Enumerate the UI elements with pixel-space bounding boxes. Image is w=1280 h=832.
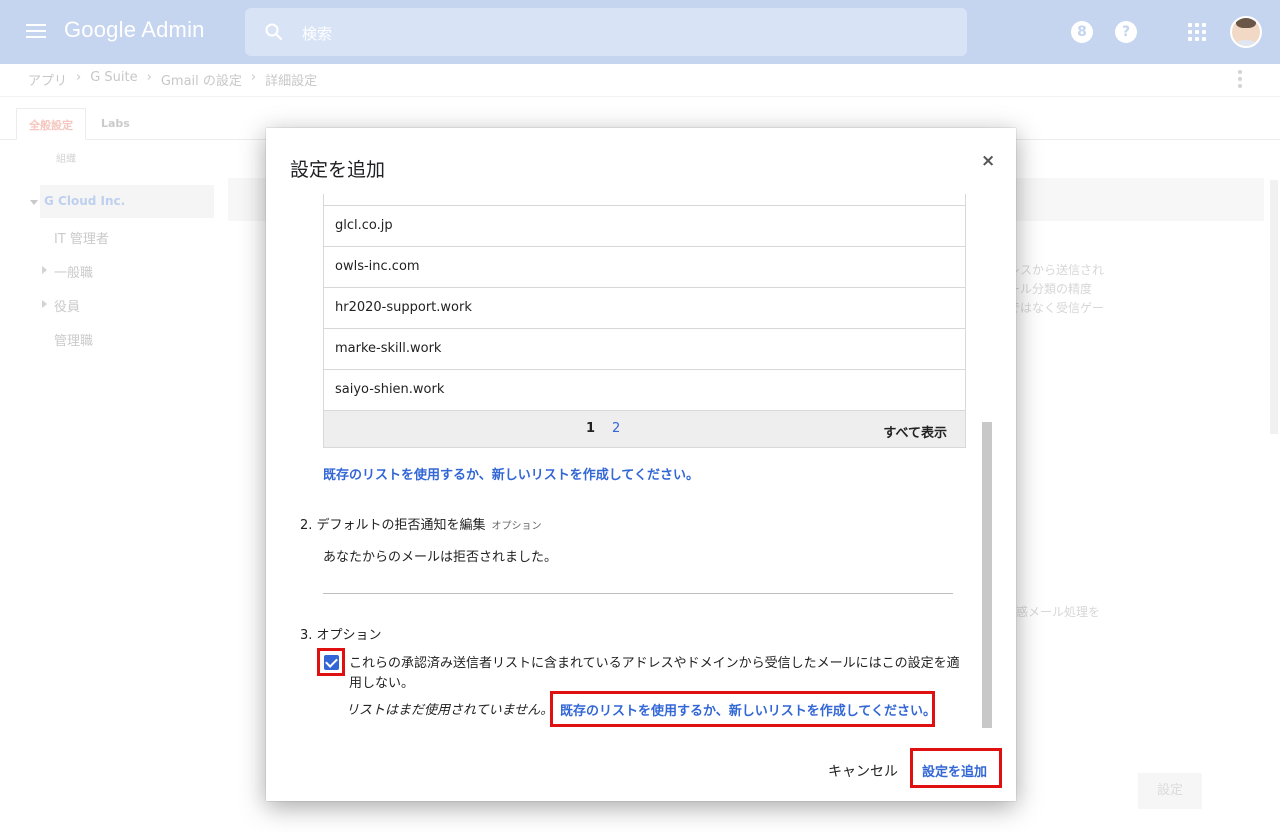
apps-icon[interactable] [1188,23,1206,41]
page-link[interactable]: 2 [612,421,620,436]
highlight-box: 既存のリストを使用するか、新しいリストを作成してください。 [550,691,936,727]
help-icon[interactable]: ? [1115,21,1137,43]
dialog-scrollbar[interactable] [982,422,992,728]
checkbox-label: これらの承認済み送信者リストに含まれているアドレスやドメインから受信したメールに… [349,656,960,691]
list-link[interactable]: 既存のリストを使用するか、新しいリストを作成してください。 [323,464,699,483]
table-pager: 1 2 すべて表示 [324,411,965,448]
dialog-scroll-track [982,194,992,422]
add-setting-dialog: 設定を追加 × glcl.co.jp owls-inc.com hr2020-s… [266,128,1016,801]
show-all-button[interactable]: すべて表示 [883,422,947,441]
add-setting-button[interactable]: 設定を追加 [922,761,987,780]
section-2-label: 2. デフォルトの拒否通知を編集 [300,518,486,533]
unused-list-text: リストはまだ使用されていません。 [346,703,554,718]
brand-logo[interactable]: Google Admin [64,17,205,43]
create-list-link[interactable]: 既存のリストを使用するか、新しいリストを作成してください。 [560,700,936,719]
reject-notice-input[interactable]: あなたからのメールは拒否されました。 [323,546,557,565]
table-row[interactable]: glcl.co.jp [324,206,965,247]
section-3-title: 3. オプション [300,628,382,643]
table-row[interactable]: saiyo-shien.work [324,370,965,411]
cancel-button[interactable]: キャンセル [828,761,898,781]
avatar[interactable] [1230,16,1262,48]
table-row[interactable]: marke-skill.work [324,329,965,370]
highlight-box: 設定を追加 [910,748,1002,788]
g-suite-icon[interactable]: 8 [1071,21,1093,43]
menu-icon[interactable] [26,24,46,40]
top-app-bar: Google Admin 検索 8 ? [0,0,1280,64]
domain-list-table: glcl.co.jp owls-inc.com hr2020-support.w… [323,194,966,448]
close-icon[interactable]: × [981,151,995,171]
approved-senders-checkbox[interactable] [324,655,339,670]
search-input[interactable]: 検索 [245,8,967,56]
page-current: 1 [586,421,596,436]
highlight-box [317,648,345,676]
dialog-title: 設定を追加 [290,159,386,181]
table-row[interactable]: hr2020-support.work [324,288,965,329]
search-icon [265,23,283,41]
search-placeholder: 検索 [302,25,333,43]
input-underline [323,593,953,594]
table-row [324,194,965,206]
section-2-title: 2. デフォルトの拒否通知を編集 オプション [300,514,542,533]
optional-tag: オプション [491,521,542,532]
table-row[interactable]: owls-inc.com [324,247,965,288]
